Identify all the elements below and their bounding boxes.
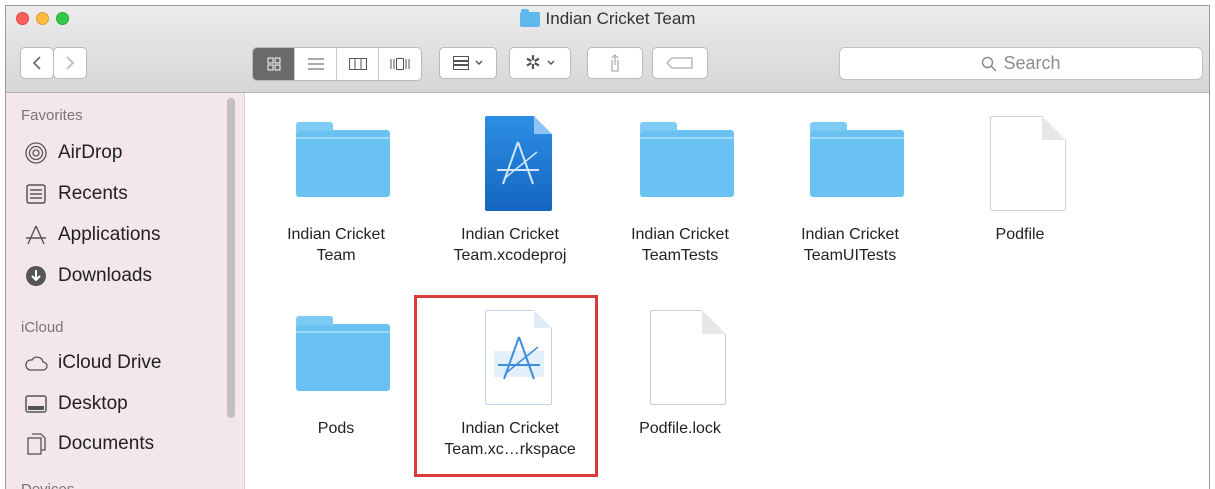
file-item-podfile[interactable]: Podfile bbox=[940, 112, 1100, 245]
arrange-grid-icon bbox=[453, 56, 469, 70]
folder-icon bbox=[256, 306, 416, 401]
gear-icon: ✲ bbox=[525, 52, 541, 74]
sidebar-scrollbar[interactable] bbox=[227, 98, 235, 418]
file-item-indian-cricket-team-folder[interactable]: Indian Cricket Team bbox=[256, 112, 416, 266]
file-grid: Indian Cricket Team Indian Cricket Team.… bbox=[246, 93, 1209, 489]
sidebar-section-devices: Devices bbox=[21, 481, 74, 489]
sidebar-item-label: Recents bbox=[58, 183, 128, 204]
back-button[interactable] bbox=[20, 47, 54, 79]
tags-button[interactable] bbox=[652, 47, 708, 79]
file-label: Indian Cricket Team.xcodeproj bbox=[453, 226, 567, 264]
folder-icon bbox=[256, 112, 416, 207]
file-item-pods-folder[interactable]: Pods bbox=[256, 306, 416, 439]
airdrop-icon bbox=[24, 141, 48, 165]
document-icon bbox=[600, 306, 760, 405]
sidebar-item-icloud-drive[interactable]: iCloud Drive bbox=[24, 346, 161, 380]
sidebar-item-label: Desktop bbox=[58, 393, 128, 414]
sidebar-item-label: Downloads bbox=[58, 265, 152, 286]
sidebar-item-recents[interactable]: Recents bbox=[24, 177, 128, 211]
search-placeholder: Search bbox=[1003, 53, 1061, 73]
sidebar-item-airdrop[interactable]: AirDrop bbox=[24, 136, 122, 170]
file-item-uitests-folder[interactable]: Indian Cricket TeamUITests bbox=[770, 112, 930, 266]
coverflow-view-button[interactable] bbox=[379, 48, 421, 80]
file-label: Indian Cricket TeamUITests bbox=[801, 226, 899, 264]
file-label: Podfile bbox=[995, 226, 1045, 243]
recents-icon bbox=[24, 182, 48, 206]
action-button[interactable]: ✲ bbox=[509, 47, 571, 79]
file-label: Indian Cricket Team bbox=[287, 226, 385, 264]
file-item-tests-folder[interactable]: Indian Cricket TeamTests bbox=[600, 112, 760, 266]
search-field[interactable]: Search bbox=[839, 47, 1203, 80]
xcode-project-icon bbox=[430, 112, 590, 211]
window-title-text: Indian Cricket Team bbox=[545, 9, 696, 28]
share-button[interactable] bbox=[587, 47, 643, 79]
file-label: Podfile.lock bbox=[639, 420, 721, 437]
sidebar-item-desktop[interactable]: Desktop bbox=[24, 387, 128, 421]
view-mode-selector bbox=[252, 47, 422, 81]
column-view-icon bbox=[348, 58, 367, 70]
documents-icon bbox=[24, 432, 48, 456]
sidebar-item-documents[interactable]: Documents bbox=[24, 427, 154, 461]
cloud-icon bbox=[24, 351, 48, 375]
highlight-annotation-box bbox=[414, 295, 598, 477]
forward-button[interactable] bbox=[53, 47, 87, 79]
chevron-down-icon bbox=[547, 60, 555, 65]
file-label: Indian Cricket TeamTests bbox=[631, 226, 729, 264]
tag-icon bbox=[666, 57, 693, 69]
icon-view-button[interactable] bbox=[253, 48, 295, 80]
file-item-podfile-lock[interactable]: Podfile.lock bbox=[600, 306, 760, 439]
list-view-icon bbox=[307, 58, 324, 70]
sidebar-item-downloads[interactable]: Downloads bbox=[24, 259, 152, 293]
sidebar-item-label: iCloud Drive bbox=[58, 352, 162, 373]
chevron-left-icon bbox=[32, 56, 41, 70]
window-title: Indian Cricket Team bbox=[6, 8, 1209, 29]
close-window-button[interactable] bbox=[16, 12, 29, 25]
icon-view-icon bbox=[267, 57, 280, 71]
arrange-button[interactable] bbox=[439, 47, 497, 79]
folder-icon bbox=[519, 8, 540, 27]
list-view-button[interactable] bbox=[295, 48, 337, 80]
file-label: Pods bbox=[317, 420, 355, 437]
applications-icon bbox=[24, 223, 48, 247]
document-icon bbox=[940, 112, 1100, 211]
sidebar: Favorites AirDrop Recents Applications D… bbox=[6, 93, 245, 489]
chevron-down-icon bbox=[475, 60, 483, 65]
folder-icon bbox=[600, 112, 760, 207]
sidebar-item-applications[interactable]: Applications bbox=[24, 218, 160, 252]
file-item-xcodeproj[interactable]: Indian Cricket Team.xcodeproj bbox=[430, 112, 590, 266]
sidebar-section-icloud: iCloud bbox=[21, 319, 64, 336]
folder-icon bbox=[770, 112, 930, 207]
sidebar-item-label: AirDrop bbox=[58, 142, 123, 163]
share-icon bbox=[611, 54, 619, 72]
chevron-right-icon bbox=[66, 56, 75, 70]
toolbar: Indian Cricket Team ✲ Search bbox=[6, 6, 1209, 93]
coverflow-view-icon bbox=[390, 58, 410, 70]
sidebar-section-favorites: Favorites bbox=[21, 107, 83, 124]
downloads-icon bbox=[24, 264, 48, 288]
minimize-window-button[interactable] bbox=[36, 12, 49, 25]
zoom-window-button[interactable] bbox=[56, 12, 69, 25]
desktop-icon bbox=[24, 392, 48, 416]
sidebar-item-label: Documents bbox=[58, 433, 155, 454]
search-icon bbox=[982, 56, 997, 72]
finder-window: Indian Cricket Team ✲ Search Favorites A… bbox=[5, 5, 1210, 489]
sidebar-item-label: Applications bbox=[58, 224, 161, 245]
column-view-button[interactable] bbox=[337, 48, 379, 80]
